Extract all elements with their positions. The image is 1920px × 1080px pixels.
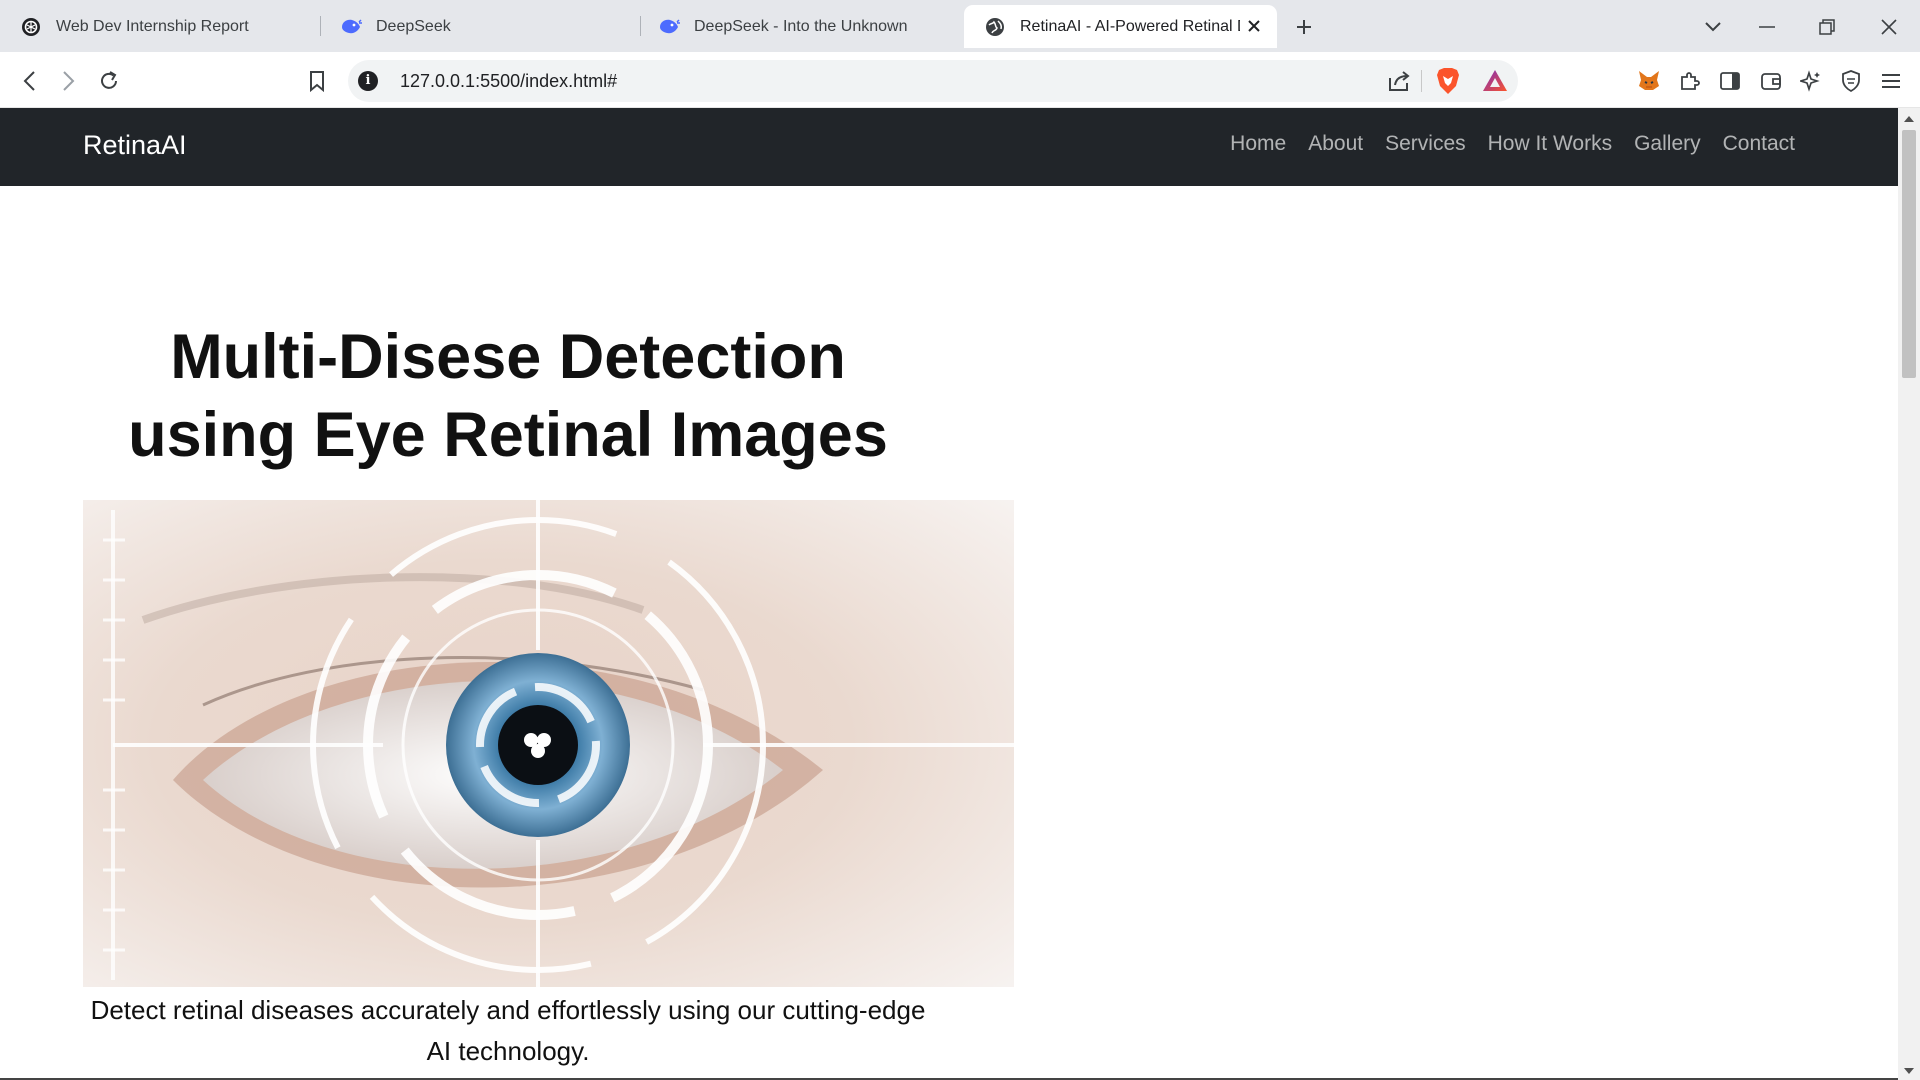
tab-deepseek-unknown[interactable]: DeepSeek - Into the Unknown xyxy=(640,5,960,48)
share-icon[interactable] xyxy=(1386,68,1412,94)
site-info-icon[interactable]: i xyxy=(358,71,378,91)
back-icon[interactable] xyxy=(14,66,44,96)
site-navbar: RetinaAI Home About Services How It Work… xyxy=(0,108,1898,186)
brave-rewards-icon[interactable] xyxy=(1482,68,1508,94)
close-window-icon[interactable] xyxy=(1874,14,1904,40)
tab-web-dev-report[interactable]: Web Dev Internship Report xyxy=(0,5,320,48)
page-viewport: RetinaAI Home About Services How It Work… xyxy=(0,108,1920,1080)
bookmark-icon[interactable] xyxy=(302,66,332,96)
scroll-up-arrow-icon[interactable] xyxy=(1903,114,1915,124)
restore-icon[interactable] xyxy=(1812,14,1842,40)
metamask-icon[interactable] xyxy=(1634,66,1664,96)
brave-shields-icon[interactable] xyxy=(1435,67,1461,95)
nav-link-about[interactable]: About xyxy=(1297,132,1374,156)
tab-title: Web Dev Internship Report xyxy=(56,17,249,35)
scroll-down-arrow-icon[interactable] xyxy=(1903,1066,1915,1076)
nav-link-home[interactable]: Home xyxy=(1219,132,1297,156)
browser-toolbar: i 127.0.0.1:5500/index.html# xyxy=(0,52,1920,108)
nav-link-services[interactable]: Services xyxy=(1374,132,1477,156)
menu-hamburger-icon[interactable] xyxy=(1876,66,1906,96)
globe-icon xyxy=(984,16,1006,38)
tab-deepseek[interactable]: DeepSeek xyxy=(320,5,640,48)
tab-title: RetinaAI - AI-Powered Retinal Disc xyxy=(1020,17,1240,35)
nav-links: Home About Services How It Works Gallery… xyxy=(1219,132,1806,156)
forward-icon[interactable] xyxy=(54,66,84,96)
brand-logo[interactable]: RetinaAI xyxy=(83,130,187,161)
sidebar-icon[interactable] xyxy=(1715,66,1745,96)
nav-link-how-it-works[interactable]: How It Works xyxy=(1477,132,1623,156)
hero-description: Detect retinal diseases accurately and e… xyxy=(90,995,926,1066)
url-text[interactable]: 127.0.0.1:5500/index.html# xyxy=(400,71,617,92)
tab-search-chevron-icon[interactable] xyxy=(1698,14,1728,40)
reload-icon[interactable] xyxy=(94,66,124,96)
new-tab-button[interactable] xyxy=(1291,14,1317,40)
tab-title: DeepSeek - Into the Unknown xyxy=(694,17,908,35)
vpn-shield-icon[interactable] xyxy=(1836,66,1866,96)
divider xyxy=(1421,70,1422,92)
address-bar[interactable]: i 127.0.0.1:5500/index.html# xyxy=(348,60,1518,102)
deepseek-whale-icon xyxy=(658,16,680,38)
extensions-puzzle-icon[interactable] xyxy=(1675,66,1705,96)
scrollbar-thumb[interactable] xyxy=(1902,130,1916,378)
hero-title: Multi-Disese Detection using Eye Retinal… xyxy=(128,322,888,470)
page-scrollbar[interactable] xyxy=(1898,108,1920,1080)
leo-ai-icon[interactable] xyxy=(1796,66,1826,96)
minimize-icon[interactable] xyxy=(1752,14,1782,40)
close-tab-icon[interactable] xyxy=(1243,15,1265,37)
tab-retinaai[interactable]: RetinaAI - AI-Powered Retinal Disc xyxy=(964,5,1277,48)
deepseek-whale-icon xyxy=(340,16,362,38)
hero-eye-image xyxy=(83,500,1014,987)
nav-link-contact[interactable]: Contact xyxy=(1712,132,1806,156)
nav-link-gallery[interactable]: Gallery xyxy=(1623,132,1712,156)
chatgpt-icon xyxy=(20,16,42,38)
tab-title: DeepSeek xyxy=(376,17,451,35)
browser-tab-bar: Web Dev Internship Report DeepSeek DeepS… xyxy=(0,0,1920,52)
wallet-icon[interactable] xyxy=(1756,66,1786,96)
